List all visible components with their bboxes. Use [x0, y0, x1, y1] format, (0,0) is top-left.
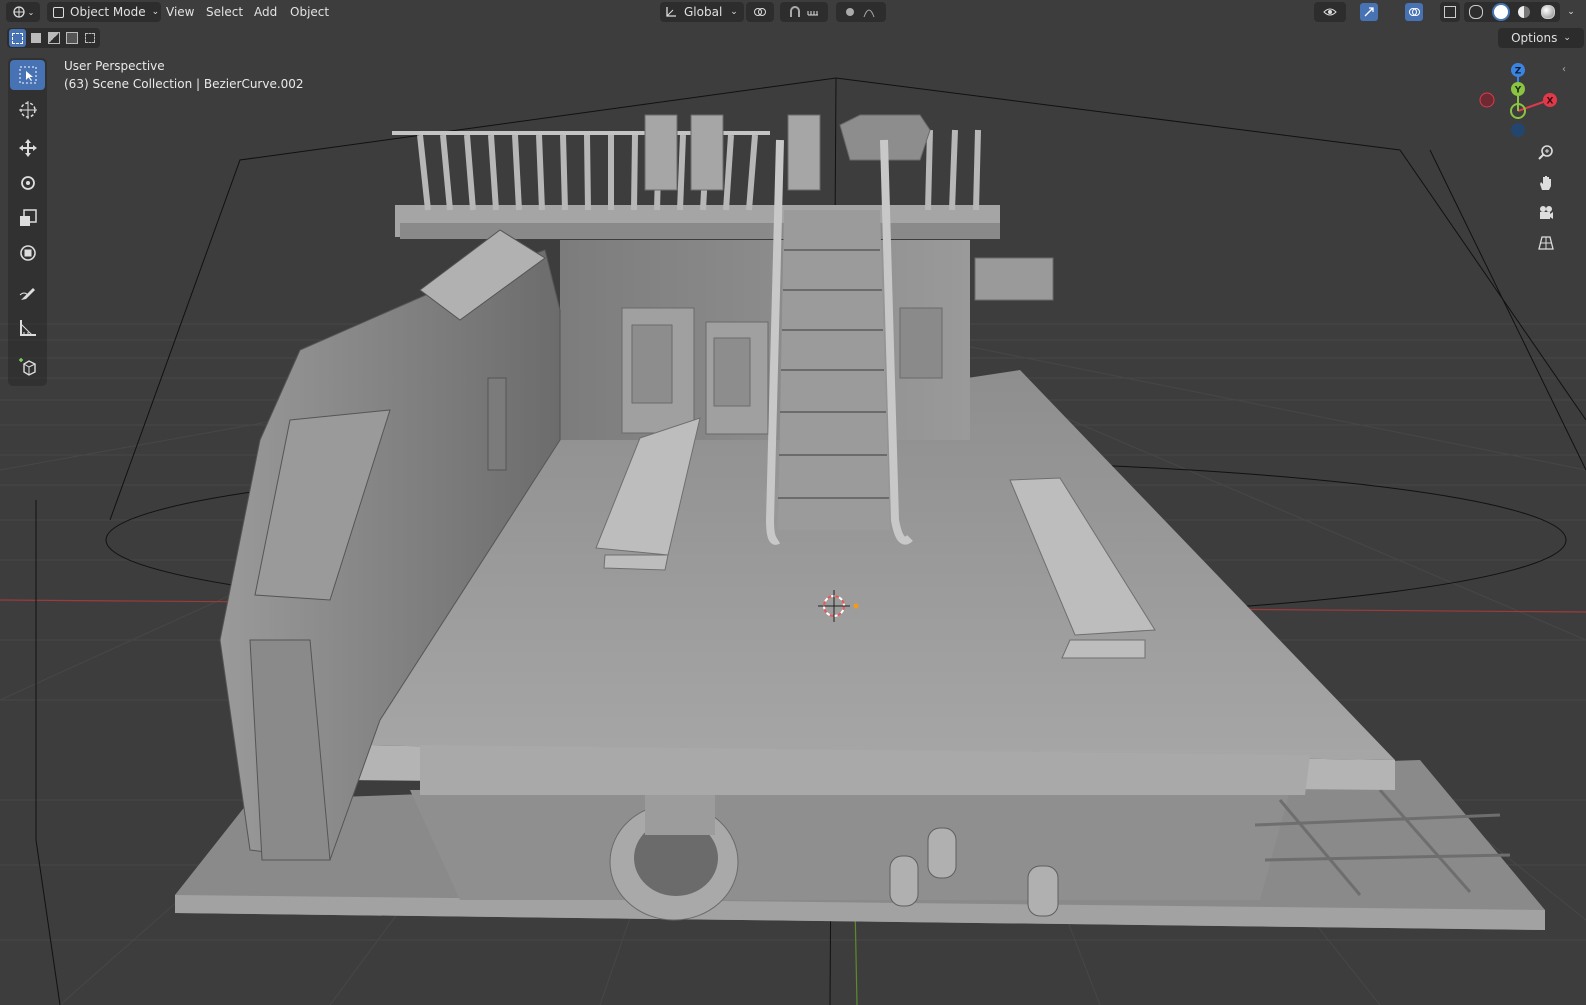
wireframe-shading-icon[interactable]	[1469, 5, 1484, 19]
falloff-curve-icon	[863, 9, 875, 18]
editor-type-button[interactable]: ⌄	[6, 2, 40, 22]
zoom-button[interactable]	[1533, 140, 1559, 166]
orientation-label: Global	[684, 5, 723, 19]
add-cube-icon	[18, 358, 36, 376]
hand-pan-icon	[1540, 176, 1551, 190]
select-subtract-button[interactable]	[45, 29, 62, 47]
move-icon	[18, 139, 37, 157]
tool-rotate[interactable]	[10, 168, 45, 198]
options-label: Options	[1511, 31, 1558, 45]
eye-icon	[1323, 8, 1337, 16]
tool-add-cube[interactable]	[10, 352, 45, 382]
navigation-gizmo[interactable]: Y Z X	[1474, 58, 1574, 142]
pivot-icon	[754, 8, 766, 16]
proportional-edit-icon	[846, 8, 854, 16]
z-axis-bubble[interactable]: Z	[1511, 63, 1525, 77]
orientation-axes-icon	[666, 7, 676, 17]
overlays-toggle[interactable]	[1394, 2, 1434, 22]
select-extend-button[interactable]	[27, 29, 44, 47]
snap-increment-icon	[807, 11, 818, 16]
tool-measure[interactable]	[10, 313, 45, 343]
selection-mode-buttons	[7, 28, 100, 48]
solid-shading-icon[interactable]	[1493, 5, 1508, 19]
viewport-header: ⌄ Object Mode ⌄ View Select Add Object G…	[0, 0, 1586, 24]
select-invert-button[interactable]	[63, 29, 80, 47]
material-shading-icon[interactable]	[1518, 6, 1531, 18]
view-name: User Perspective	[64, 59, 165, 73]
rendered-shading-icon[interactable]	[1540, 5, 1555, 19]
tool-transform[interactable]	[10, 238, 45, 268]
scene-render[interactable]	[0, 0, 1586, 1005]
chevron-down-icon: ⌄	[151, 7, 160, 17]
x-axis-label: X	[1547, 97, 1554, 107]
measure-icon	[19, 320, 36, 336]
gizmo-icon	[1360, 3, 1378, 21]
menu-select[interactable]: Select	[200, 3, 249, 21]
x-axis-bubble[interactable]: X	[1543, 93, 1557, 107]
tool-cursor[interactable]	[10, 95, 45, 125]
options-dropdown[interactable]: Options ⌄	[1498, 28, 1584, 48]
select-extend-icon	[30, 33, 41, 43]
tool-annotate[interactable]	[10, 278, 45, 308]
camera-view-button[interactable]	[1533, 200, 1559, 226]
chevron-down-icon: ⌄	[1567, 7, 1575, 17]
negative-x-axis-bubble[interactable]	[1479, 92, 1495, 108]
rotate-icon	[20, 176, 35, 190]
camera-icon	[1540, 206, 1553, 219]
mode-label: Object Mode	[70, 5, 146, 19]
pivot-point-dropdown[interactable]	[746, 2, 774, 22]
collection-info: (63) Scene Collection | BezierCurve.002	[64, 77, 304, 91]
chevron-down-icon: ⌄	[27, 7, 35, 17]
tool-scale[interactable]	[10, 203, 45, 233]
pan-button[interactable]	[1533, 170, 1559, 196]
menu-add[interactable]: Add	[248, 3, 283, 21]
proportional-editing-toggle[interactable]	[836, 2, 886, 22]
select-intersect-icon	[84, 33, 95, 43]
xray-toggle[interactable]	[1440, 2, 1460, 22]
negative-z-axis-bubble[interactable]	[1511, 123, 1525, 137]
cursor-icon	[18, 101, 37, 119]
z-axis-label: Z	[1515, 67, 1522, 77]
tool-move[interactable]	[10, 133, 45, 163]
chevron-down-icon: ⌄	[730, 7, 738, 17]
gizmo-toggle[interactable]	[1350, 2, 1388, 22]
select-invert-icon	[65, 32, 78, 44]
zoom-icon	[1538, 145, 1553, 160]
sidebar-toggle-icon[interactable]: ‹	[1562, 64, 1566, 75]
magnet-icon	[790, 6, 800, 17]
menu-view[interactable]: View	[160, 3, 200, 21]
mode-dropdown[interactable]: Object Mode ⌄	[47, 2, 161, 22]
menu-object[interactable]: Object	[284, 3, 335, 21]
perspective-toggle-button[interactable]	[1533, 230, 1559, 256]
select-subtract-icon	[47, 32, 60, 44]
xray-icon	[1444, 6, 1456, 18]
annotate-icon	[19, 288, 35, 300]
chevron-down-icon: ⌄	[1563, 33, 1571, 43]
perspective-grid-icon	[1538, 236, 1554, 250]
y-axis-bubble[interactable]: Y	[1511, 82, 1525, 96]
select-new-button[interactable]	[9, 29, 26, 47]
select-intersect-button[interactable]	[81, 29, 98, 47]
select-box-icon	[19, 66, 36, 84]
shading-dropdown[interactable]: ⌄	[1562, 2, 1580, 22]
editor-type-icon	[12, 6, 25, 18]
tool-select-box[interactable]	[10, 60, 45, 90]
transform-icon	[19, 245, 36, 261]
scale-icon	[19, 209, 37, 226]
snap-toggle[interactable]	[780, 2, 828, 22]
shading-modes[interactable]	[1464, 2, 1560, 22]
y-axis-label: Y	[1514, 86, 1522, 96]
transform-orientation-dropdown[interactable]: Global ⌄	[660, 2, 744, 22]
select-new-icon	[12, 32, 23, 44]
visibility-dropdown[interactable]	[1314, 2, 1346, 22]
object-mode-icon	[53, 6, 64, 18]
overlays-icon	[1405, 3, 1423, 21]
3d-viewport[interactable]	[0, 0, 1586, 1005]
